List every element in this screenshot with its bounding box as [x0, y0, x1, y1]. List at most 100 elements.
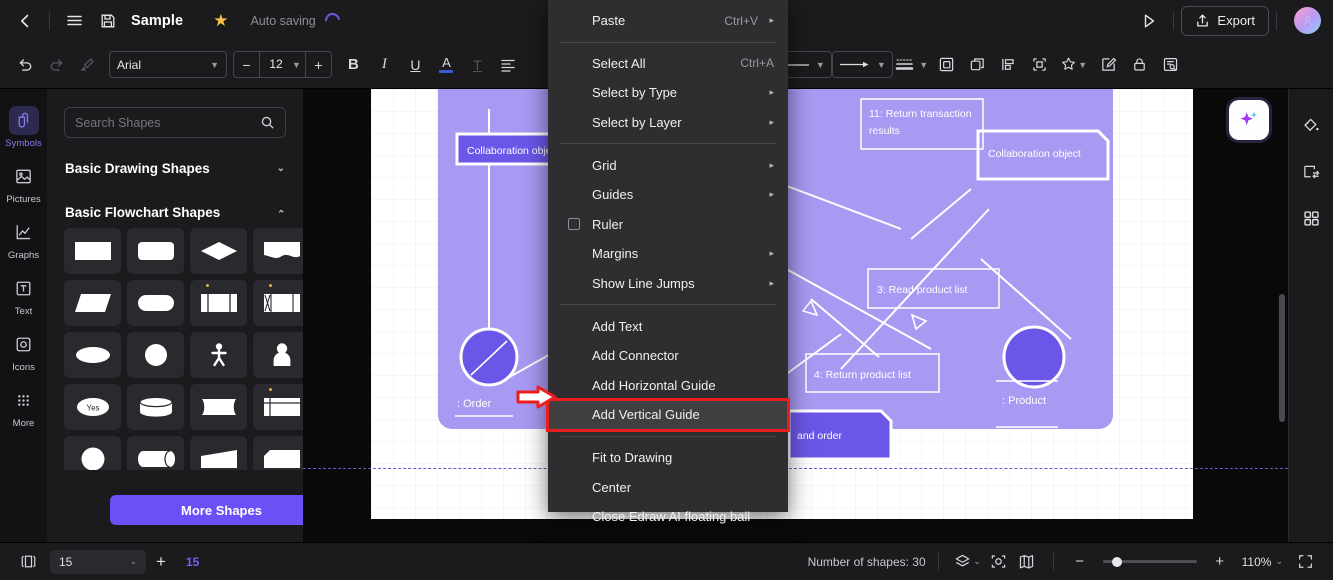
panels-tool-button[interactable] [1289, 195, 1333, 241]
menu-item-guides[interactable]: Guides ▸ [548, 180, 788, 210]
undo-button[interactable] [10, 50, 41, 79]
italic-button[interactable]: I [369, 50, 400, 79]
menu-item-paste[interactable]: Paste Ctrl+V ▸ [548, 6, 788, 36]
star-icon[interactable]: ★ [213, 11, 228, 31]
fullscreen-button[interactable] [1291, 549, 1319, 575]
export-button[interactable]: Export [1181, 5, 1269, 36]
chevron-down-icon[interactable]: ⌄ [1275, 556, 1283, 567]
align-objects-button[interactable] [993, 50, 1024, 79]
checkbox-icon[interactable] [568, 218, 580, 231]
shape-ellipse[interactable] [64, 332, 121, 378]
zoom-level-label[interactable]: 110% [1242, 555, 1272, 569]
shape-rectangle[interactable] [64, 228, 121, 274]
sidebar-item-text[interactable]: Text [0, 267, 47, 323]
canvas-vertical-scrollbar[interactable] [1279, 294, 1285, 422]
zoom-slider[interactable] [1102, 556, 1197, 567]
redo-button[interactable] [41, 50, 72, 79]
group-button[interactable] [1024, 50, 1055, 79]
send-to-back-button[interactable] [962, 50, 993, 79]
shape-circle[interactable] [127, 332, 184, 378]
menu-item-margins[interactable]: Margins ▸ [548, 239, 788, 269]
shape-parallelogram[interactable] [64, 280, 121, 326]
shape-predefined-process[interactable] [190, 280, 247, 326]
menu-item-ruler[interactable]: Ruler [548, 210, 788, 240]
underline-button[interactable]: U [400, 50, 431, 79]
page-manager-button[interactable] [14, 549, 42, 575]
shape-circle-plain[interactable] [64, 436, 121, 470]
align-button[interactable] [493, 50, 524, 79]
shape-person-bust[interactable] [253, 332, 303, 378]
focus-button[interactable] [985, 549, 1013, 575]
effects-button[interactable]: ▼ [1055, 50, 1093, 79]
section-basic-flowchart-shapes[interactable]: Basic Flowchart Shapes ⌄ [47, 196, 303, 228]
back-button[interactable] [8, 6, 42, 36]
font-color-button[interactable]: A [431, 50, 462, 79]
canvas-area[interactable]: : Order : Product Collaboration object C… [303, 89, 1288, 542]
sidebar-item-pictures[interactable]: Pictures [0, 155, 47, 211]
menu-item-add-vertical-guide[interactable]: Add Vertical Guide [546, 398, 790, 432]
map-overview-button[interactable] [1013, 549, 1041, 575]
menu-item-select-all[interactable]: Select All Ctrl+A [548, 49, 788, 79]
shape-decision-yes[interactable]: Yes [64, 384, 121, 430]
ai-floating-ball[interactable] [1229, 100, 1269, 140]
save-button[interactable] [91, 6, 125, 36]
current-page-indicator[interactable]: 15 [186, 555, 199, 569]
edit-button[interactable] [1093, 50, 1124, 79]
layers-button[interactable]: ⌄ [951, 549, 985, 575]
shape-trapezoid-flat[interactable] [190, 436, 247, 470]
menu-item-select-by-layer[interactable]: Select by Layer ▸ [548, 108, 788, 138]
font-size-dropdown-icon[interactable]: ▼ [292, 52, 306, 77]
zoom-in-button[interactable]: + [1206, 549, 1234, 575]
more-shapes-button[interactable]: More Shapes [110, 495, 333, 525]
menu-item-close-edraw-ai-floating-ball[interactable]: Close Edraw AI floating ball [548, 502, 788, 532]
find-replace-button[interactable] [1155, 50, 1186, 79]
shape-cylinder-database[interactable] [127, 384, 184, 430]
search-shapes-box[interactable] [64, 107, 286, 138]
shape-actor-stick-figure[interactable] [190, 332, 247, 378]
shape-cut-corner-box[interactable] [253, 436, 303, 470]
shape-tape-data[interactable] [190, 384, 247, 430]
menu-item-grid[interactable]: Grid ▸ [548, 150, 788, 180]
zoom-slider-knob[interactable] [1111, 556, 1122, 567]
section-basic-drawing-shapes[interactable]: Basic Drawing Shapes ⌄ [47, 152, 303, 184]
bold-button[interactable]: B [338, 50, 369, 79]
shape-direct-access-storage[interactable] [127, 436, 184, 470]
menu-item-add-connector[interactable]: Add Connector [548, 341, 788, 371]
bring-to-front-button[interactable] [931, 50, 962, 79]
menu-item-fit-to-drawing[interactable]: Fit to Drawing [548, 443, 788, 473]
shape-diamond[interactable] [190, 228, 247, 274]
zoom-out-button[interactable]: − [1066, 549, 1094, 575]
sidebar-item-icons[interactable]: Icons [0, 323, 47, 379]
font-size-value[interactable]: 12 [259, 52, 292, 77]
sidebar-item-symbols[interactable]: Symbols [0, 99, 47, 155]
strikethrough-button[interactable]: T [462, 50, 493, 79]
menu-item-add-horizontal-guide[interactable]: Add Horizontal Guide [548, 371, 788, 401]
add-page-button[interactable]: + [146, 549, 176, 575]
menu-item-show-line-jumps[interactable]: Show Line Jumps ▸ [548, 269, 788, 299]
menu-item-select-by-type[interactable]: Select by Type ▸ [548, 78, 788, 108]
font-size-decrease-button[interactable]: − [234, 52, 259, 77]
search-input[interactable] [75, 115, 260, 130]
font-size-increase-button[interactable]: + [306, 52, 331, 77]
shape-stadium[interactable] [127, 280, 184, 326]
shape-rounded-rectangle[interactable] [127, 228, 184, 274]
format-painter-button[interactable] [72, 50, 103, 79]
shape-internal-storage[interactable] [253, 280, 303, 326]
page-select[interactable]: 15 ⌄ [50, 549, 146, 574]
layout-tool-button[interactable] [1289, 149, 1333, 195]
fill-tool-button[interactable] [1289, 103, 1333, 149]
sidebar-item-more[interactable]: More [0, 379, 47, 435]
arrow-style-select[interactable]: ▼ [831, 51, 893, 78]
menu-item-center[interactable]: Center [548, 472, 788, 502]
user-avatar[interactable] [1294, 7, 1321, 34]
menu-item-add-text[interactable]: Add Text [548, 311, 788, 341]
horizontal-guide-line[interactable] [303, 468, 1288, 469]
font-family-select[interactable]: Arial ▼ [109, 51, 227, 78]
sidebar-item-graphs[interactable]: Graphs [0, 211, 47, 267]
main-menu-button[interactable] [57, 6, 91, 36]
present-button[interactable] [1132, 6, 1166, 36]
shape-card-deck[interactable] [253, 384, 303, 430]
shape-document-wave[interactable] [253, 228, 303, 274]
line-weight-button[interactable]: ▼ [893, 50, 931, 79]
lock-button[interactable] [1124, 50, 1155, 79]
